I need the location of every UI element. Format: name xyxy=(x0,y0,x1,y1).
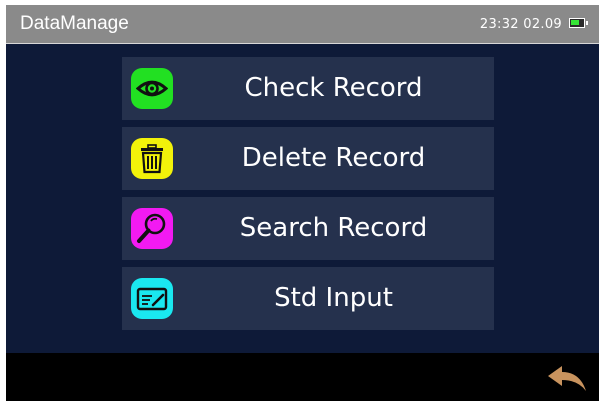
check-record-label: Check Record xyxy=(244,73,423,103)
bottom-bar xyxy=(6,353,599,401)
battery-level xyxy=(571,20,579,25)
trash-icon xyxy=(131,138,173,179)
search-record-button[interactable]: Search Record xyxy=(122,197,494,260)
eye-icon xyxy=(131,68,173,109)
battery-icon xyxy=(569,18,588,28)
delete-record-button[interactable]: Delete Record xyxy=(122,127,494,190)
check-record-button[interactable]: Check Record xyxy=(122,57,494,120)
title-bar: DataManage 23:32 02.09 xyxy=(6,5,599,44)
std-input-button[interactable]: Std Input xyxy=(122,267,494,330)
datetime-readout: 23:32 02.09 xyxy=(479,17,562,32)
std-input-label: Std Input xyxy=(274,283,393,313)
battery-tip xyxy=(586,21,588,25)
card-edit-icon xyxy=(131,278,173,319)
page-title: DataManage xyxy=(20,13,129,34)
search-record-label: Search Record xyxy=(239,213,428,243)
magnifier-icon xyxy=(131,208,173,249)
device-screen: DataManage 23:32 02.09 Check Record Dele… xyxy=(6,5,599,401)
delete-record-label: Delete Record xyxy=(241,143,426,173)
back-arrow-icon[interactable] xyxy=(546,365,588,393)
